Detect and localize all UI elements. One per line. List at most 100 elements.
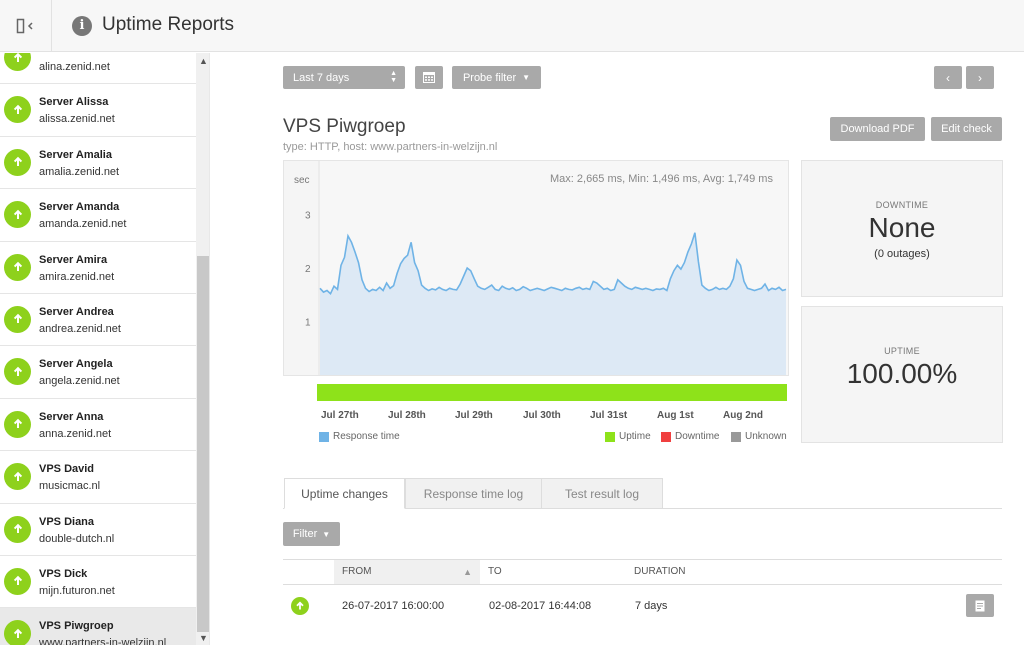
column-from[interactable]: FROM ▲ <box>334 560 480 584</box>
server-host: musicmac.nl <box>39 480 101 493</box>
server-list-item[interactable]: Server Alissa alissa.zenid.net <box>0 84 196 137</box>
status-up-icon <box>4 515 31 543</box>
row-details-button[interactable] <box>966 594 994 617</box>
response-time-chart: sec 1 2 3 <box>283 160 789 376</box>
chart-summary: Max: 2,665 ms, Min: 1,496 ms, Avg: 1,749… <box>550 173 773 185</box>
server-name: Server Amanda <box>39 201 120 214</box>
calendar-button[interactable] <box>415 66 443 89</box>
legend-label: Downtime <box>675 431 720 442</box>
server-host: double-dutch.nl <box>39 532 115 545</box>
downtime-box: DOWNTIME None (0 outages) <box>801 160 1003 297</box>
tab-response-time-log[interactable]: Response time log <box>405 478 542 509</box>
sidebar-scrollbar[interactable]: ▲ ▼ <box>196 53 209 645</box>
server-list: alina.zenid.net Server Alissa alissa.zenid… <box>0 53 196 645</box>
chevron-right-icon: › <box>978 70 982 85</box>
server-host: amanda.zenid.net <box>39 218 127 231</box>
server-host: alina.zenid.net <box>39 61 110 73</box>
status-up-icon <box>4 148 31 176</box>
server-list-item[interactable]: VPS Dick mijn.futuron.net <box>0 555 196 609</box>
column-from-label: FROM <box>342 566 372 577</box>
next-period-button[interactable]: › <box>966 66 994 89</box>
server-list-item[interactable]: Server Angela angela.zenid.net <box>0 346 196 399</box>
server-name: Server Andrea <box>39 305 114 318</box>
server-name: VPS Dick <box>39 567 88 580</box>
tab-test-result-log[interactable]: Test result log <box>541 478 663 509</box>
updown-arrows-icon: ▲ ▼ <box>390 70 397 84</box>
scroll-up-icon[interactable]: ▲ <box>199 56 208 66</box>
server-list-item[interactable]: alina.zenid.net <box>0 53 196 85</box>
y-axis-label: sec <box>294 175 310 186</box>
legend-label: Response time <box>333 431 400 442</box>
x-tick-label: Aug 2nd <box>723 410 763 421</box>
row-from: 26-07-2017 16:00:00 <box>342 600 445 612</box>
x-tick-label: Jul 31st <box>590 410 628 421</box>
server-name: Server Anna <box>39 410 104 423</box>
server-name: VPS David <box>39 463 95 476</box>
scroll-down-icon[interactable]: ▼ <box>199 633 208 643</box>
caret-down-icon: ▼ <box>322 529 331 539</box>
scrollbar-thumb[interactable] <box>197 256 209 632</box>
uptime-value: 100.00% <box>846 358 958 389</box>
x-tick-label: Jul 29th <box>455 410 493 421</box>
server-host: andrea.zenid.net <box>39 322 121 335</box>
outages-count: (0 outages) <box>874 248 930 260</box>
column-duration[interactable]: DURATION <box>626 560 772 584</box>
status-up-icon <box>4 410 31 438</box>
legend-item[interactable]: Downtime <box>661 431 719 442</box>
page-title: Uptime Reports <box>102 14 234 35</box>
server-list-item[interactable]: Server Anna anna.zenid.net <box>0 398 196 452</box>
x-tick-label: Jul 30th <box>523 410 561 421</box>
chevron-left-icon: ‹ <box>946 70 950 85</box>
status-up-icon <box>4 305 31 333</box>
column-to[interactable]: TO <box>480 560 626 584</box>
date-range-label: Last 7 days <box>293 71 350 84</box>
y-tick-label: 1 <box>305 318 311 329</box>
x-tick-label: Aug 1st <box>657 410 694 421</box>
server-list-item[interactable]: VPS David musicmac.nl <box>0 451 196 504</box>
server-host: amira.zenid.net <box>39 270 115 283</box>
server-list-item[interactable]: Server Amalia amalia.zenid.net <box>0 136 196 190</box>
legend-item[interactable]: Uptime <box>605 431 651 442</box>
date-range-select[interactable]: Last 7 days ▲ ▼ <box>283 66 405 89</box>
legend-swatch <box>605 431 615 442</box>
uptime-box: UPTIME 100.00% <box>801 306 1003 443</box>
server-list-item[interactable]: Server Amanda amanda.zenid.net <box>0 189 196 242</box>
status-up-icon <box>4 567 31 595</box>
probe-filter-button[interactable]: Probe filter ▼ <box>452 66 541 89</box>
server-list-item[interactable]: Server Andrea andrea.zenid.net <box>0 293 196 347</box>
table-header: FROM ▲ TO DURATION <box>283 559 1002 585</box>
legend-swatch <box>731 431 741 442</box>
row-duration: 7 days <box>635 600 668 612</box>
legend-item[interactable]: Unknown <box>731 431 787 442</box>
y-tick-label: 2 <box>305 264 311 275</box>
tab-uptime-changes[interactable]: Uptime changes <box>284 478 405 509</box>
probe-filter-label: Probe filter <box>462 71 517 84</box>
filter-button[interactable]: Filter ▼ <box>283 522 340 546</box>
server-list-item[interactable]: Server Amira amira.zenid.net <box>0 241 196 294</box>
sidebar-collapse-icon <box>16 18 33 34</box>
status-up-icon <box>4 53 31 71</box>
server-host: angela.zenid.net <box>39 375 120 388</box>
server-name: VPS Piwgroep <box>39 620 114 633</box>
edit-check-button[interactable]: Edit check <box>931 117 1002 141</box>
info-icon[interactable]: i <box>72 16 92 36</box>
download-pdf-button[interactable]: Download PDF <box>830 117 925 141</box>
sidebar-collapse-button[interactable] <box>0 0 52 52</box>
legend-item[interactable]: Response time <box>319 431 400 442</box>
downtime-value: None <box>868 212 936 243</box>
status-up-icon <box>4 358 31 386</box>
status-up-icon <box>4 620 31 645</box>
server-host: alissa.zenid.net <box>39 113 115 126</box>
status-up-icon <box>4 201 31 229</box>
server-host: amalia.zenid.net <box>39 165 120 178</box>
previous-period-button[interactable]: ‹ <box>934 66 962 89</box>
uptime-bar <box>317 384 787 401</box>
status-up-icon <box>291 597 309 615</box>
response-time-chart-svg: sec 1 2 3 <box>294 161 788 375</box>
x-tick-label: Jul 27th <box>321 410 359 421</box>
row-to: 02-08-2017 16:44:08 <box>489 600 592 612</box>
server-name: Server Amira <box>39 253 108 266</box>
uptime-label: UPTIME <box>884 346 920 356</box>
server-list-item[interactable]: VPS Diana double-dutch.nl <box>0 503 196 556</box>
server-list-item[interactable]: VPS Piwgroep www.partners-in-welzijn.nl <box>0 608 196 645</box>
